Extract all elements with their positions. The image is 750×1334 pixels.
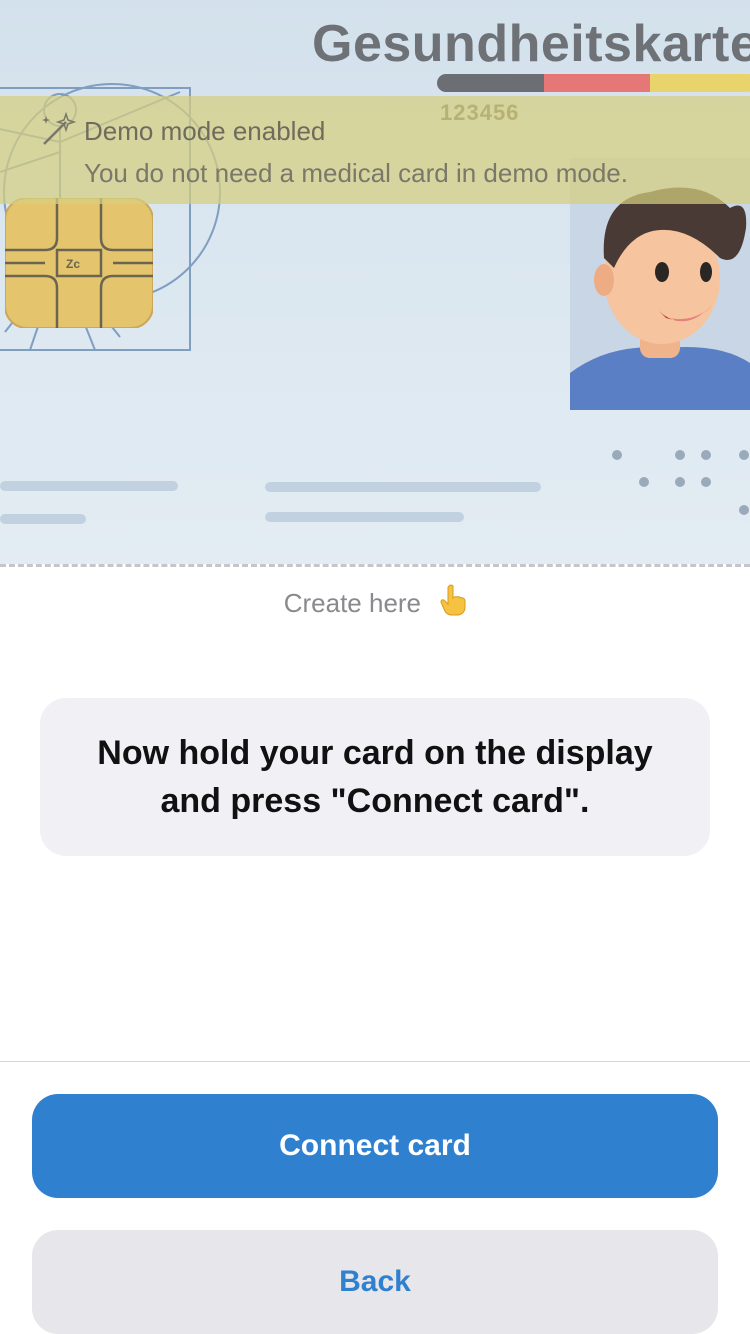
health-card-illustration: Zc Gesundheitskarte 123456 bbox=[0, 0, 750, 564]
instruction-text: Now hold your card on the display and pr… bbox=[97, 734, 653, 820]
magic-wand-icon bbox=[42, 111, 76, 145]
svg-text:Zc: Zc bbox=[66, 257, 80, 271]
demo-mode-text: You do not need a medical card in demo m… bbox=[84, 158, 628, 188]
braille-dots bbox=[612, 450, 749, 515]
divider bbox=[0, 1061, 750, 1062]
create-here-hint: Create here bbox=[0, 584, 750, 623]
back-button[interactable]: Back bbox=[32, 1230, 718, 1334]
create-here-label: Create here bbox=[283, 588, 422, 618]
german-flag-stripe bbox=[437, 74, 750, 92]
card-placeholder-lines bbox=[0, 481, 541, 524]
demo-mode-title: Demo mode enabled bbox=[84, 116, 326, 146]
card-chip-icon: Zc bbox=[5, 198, 153, 328]
connect-card-button[interactable]: Connect card bbox=[32, 1094, 718, 1198]
pointing-hand-icon bbox=[440, 584, 466, 623]
cut-line bbox=[0, 564, 750, 567]
instruction-box: Now hold your card on the display and pr… bbox=[40, 698, 710, 856]
card-title: Gesundheitskarte bbox=[312, 15, 750, 73]
